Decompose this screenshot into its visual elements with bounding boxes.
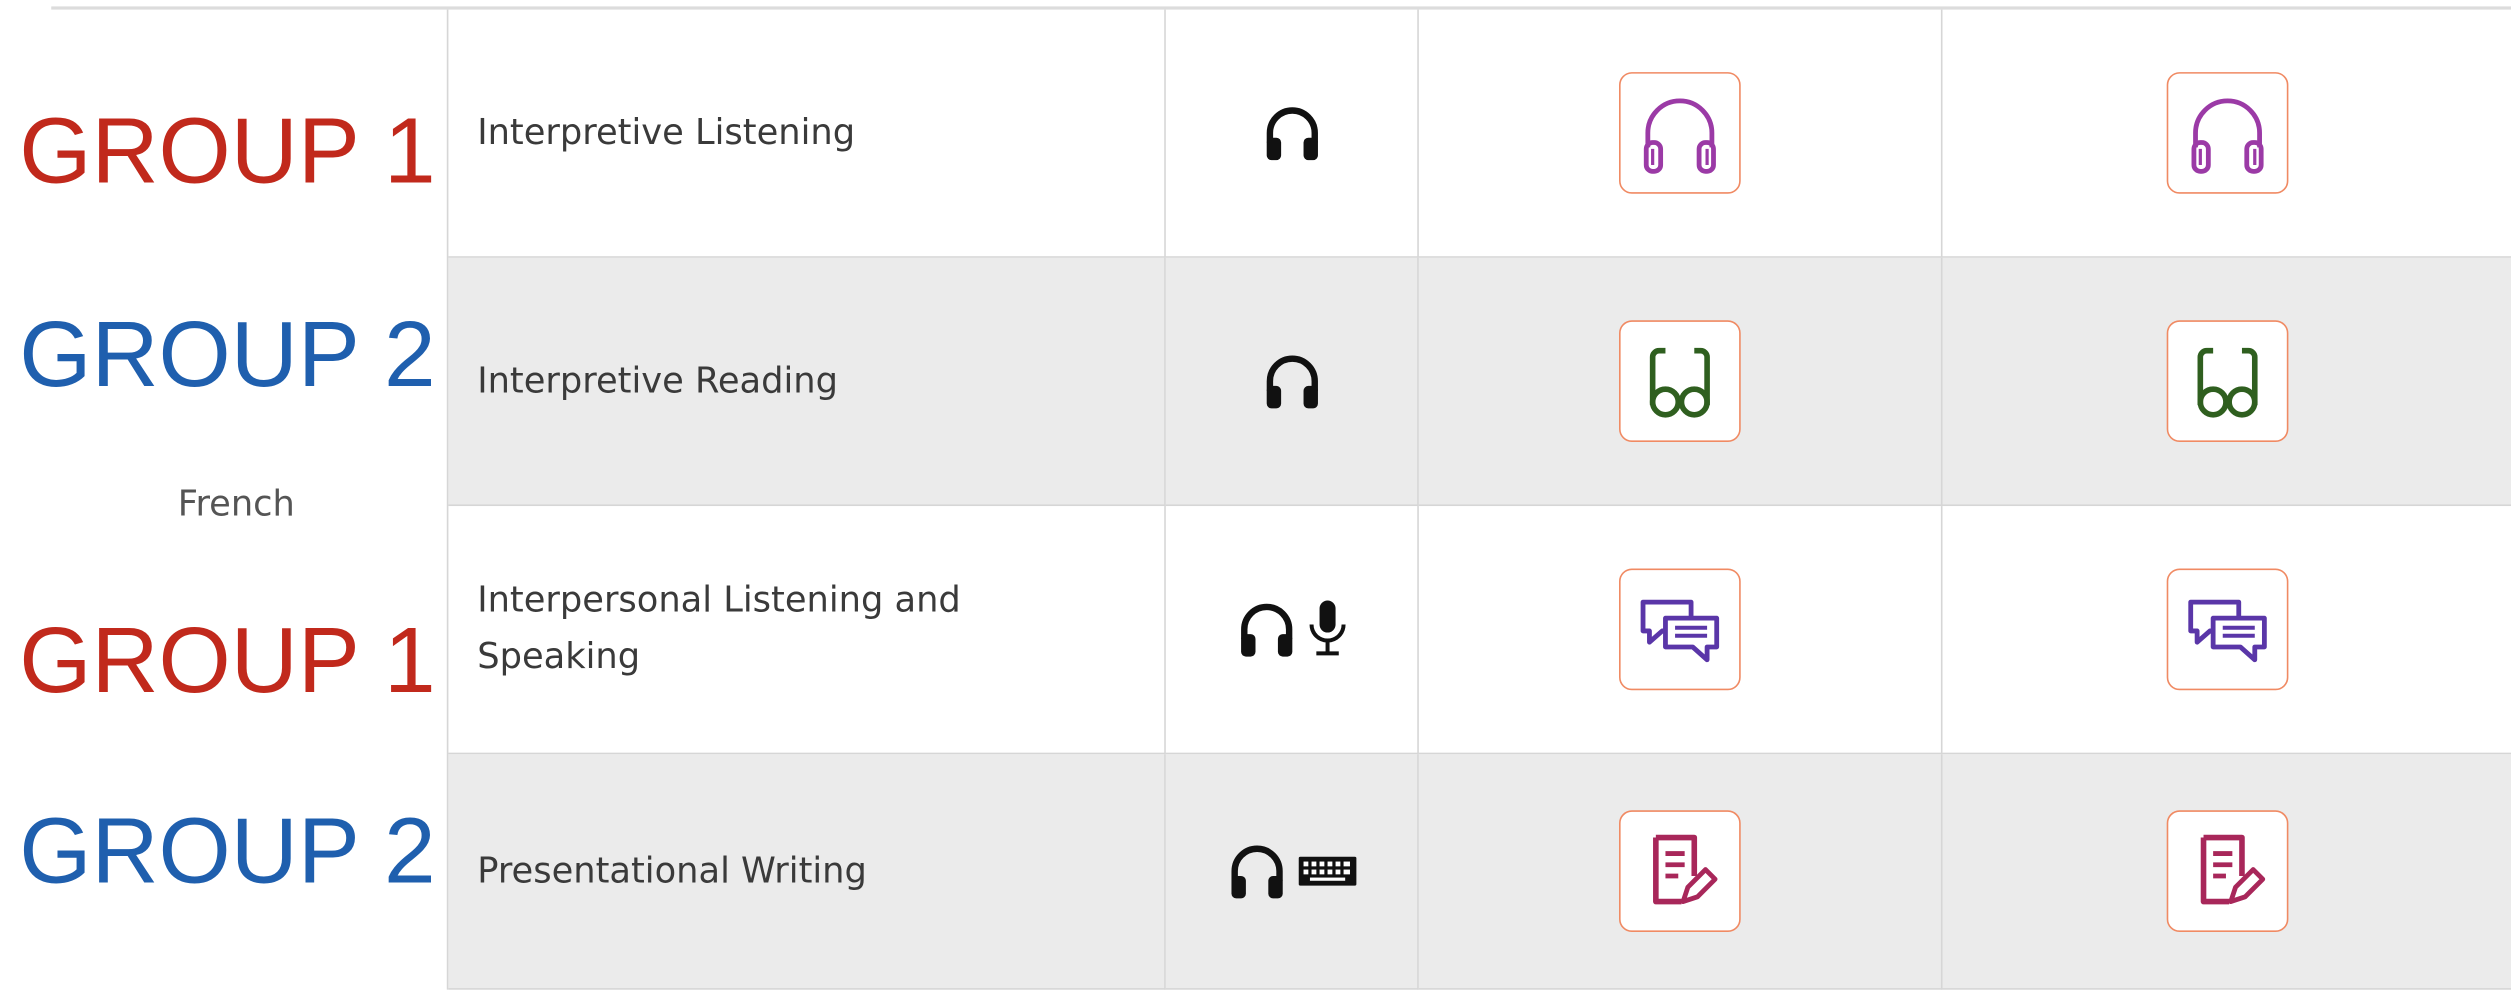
tools-cell <box>1165 754 1419 990</box>
skill-icon-cell[interactable] <box>1942 10 2511 258</box>
table-row-name: Interpretive Listening <box>448 9 1166 258</box>
skill-badge[interactable] <box>1619 72 1741 194</box>
skill-name-label: Interpersonal Listening and Speaking <box>477 581 961 678</box>
edit-document-skill-icon <box>1653 834 1718 905</box>
glasses-skill-icon <box>2197 347 2258 418</box>
tools-group <box>1261 352 1322 410</box>
headphones-icon <box>1265 355 1318 409</box>
skill-icon-cell[interactable] <box>1942 506 2511 755</box>
skill-badge[interactable] <box>1619 810 1741 933</box>
skill-icon-cell[interactable] <box>1418 506 1943 755</box>
tools-group <box>1235 597 1347 661</box>
skill-badge[interactable] <box>2166 72 2289 194</box>
table-row-name: Interpretive Reading <box>448 257 1166 507</box>
skill-badge[interactable] <box>2166 568 2289 691</box>
edit-document-skill-icon <box>2200 834 2266 905</box>
chat-bubbles-skill-icon <box>1640 599 1720 663</box>
chat-bubbles-skill-icon <box>2188 599 2267 663</box>
tools-cell <box>1165 257 1419 507</box>
headphones-icon <box>1265 107 1318 161</box>
skill-icon-cell[interactable] <box>1942 257 2511 507</box>
skill-badge[interactable] <box>2166 810 2289 933</box>
tools-cell <box>1165 506 1419 755</box>
language-label: French <box>177 485 295 526</box>
screenshot-stage: GROUP 1 GROUP 2 French GROUP 1 GROUP 2 I… <box>0 0 2511 990</box>
skill-name-label: Presentational Writing <box>477 851 867 892</box>
skill-name-label: Interpretive Reading <box>477 361 839 402</box>
skill-badge[interactable] <box>1619 320 1741 442</box>
tools-cell <box>1165 9 1419 258</box>
assessment-table: Interpretive Listening Interpretive Read… <box>446 9 2511 990</box>
group-label-1: GROUP 1 <box>19 99 436 204</box>
table-row-name: Presentational Writing <box>448 754 1166 990</box>
skill-icon-cell[interactable] <box>1418 9 1943 258</box>
keyboard-icon <box>1297 856 1356 886</box>
tools-group <box>1261 104 1322 162</box>
skill-icon-cell[interactable] <box>1942 754 2511 990</box>
skill-icon-cell[interactable] <box>1418 754 1943 990</box>
tools-group <box>1226 842 1357 900</box>
skill-icon-cell[interactable] <box>1418 257 1943 507</box>
headphones-skill-icon <box>2191 98 2264 174</box>
headphones-icon <box>1240 603 1292 657</box>
headphones-icon <box>1230 845 1282 899</box>
microphone-icon <box>1308 600 1345 656</box>
group-label-4: GROUP 2 <box>19 799 436 904</box>
headphones-skill-icon <box>1643 98 1716 174</box>
table-row-name: Interpersonal Listening and Speaking <box>448 506 1166 755</box>
group-label-2: GROUP 2 <box>19 302 436 407</box>
skill-badge[interactable] <box>1619 568 1741 691</box>
skill-badge[interactable] <box>2166 320 2289 442</box>
skill-name-label: Interpretive Listening <box>477 112 856 153</box>
group-label-3: GROUP 1 <box>19 608 436 713</box>
glasses-skill-icon <box>1649 347 1710 418</box>
